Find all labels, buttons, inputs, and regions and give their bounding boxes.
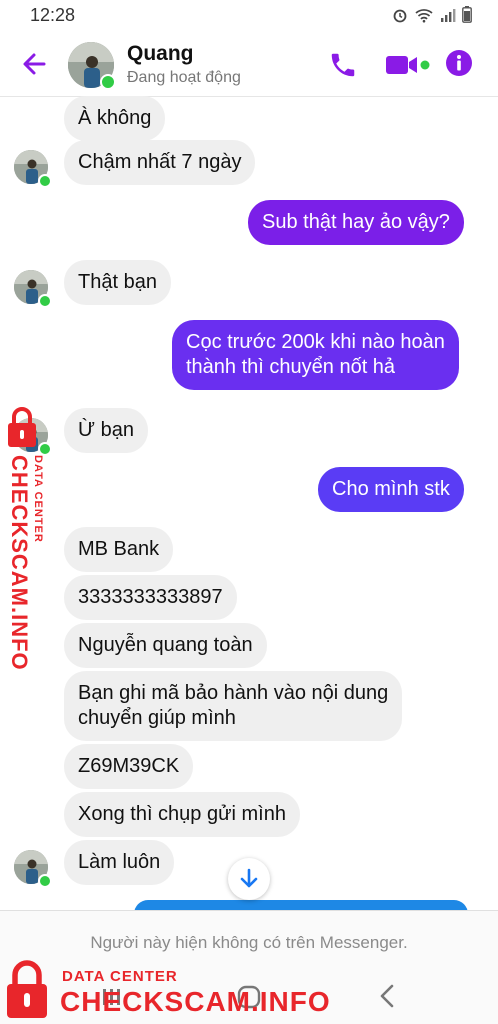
message-line: Cọc trước 200k khi nào hoàn xyxy=(186,331,445,353)
arrow-down-icon xyxy=(240,868,258,888)
unavailable-text: Người này hiện không có trên Messenger. xyxy=(90,933,408,952)
watermark-subtitle: DATA CENTER xyxy=(32,455,44,543)
contact-name[interactable]: Quang xyxy=(127,42,194,66)
message-incoming[interactable]: Bạn ghi mã bảo hành vào nội dung chuyển … xyxy=(64,671,403,741)
online-indicator xyxy=(38,874,52,888)
phone-icon xyxy=(331,53,355,77)
battery-icon xyxy=(462,6,472,23)
message-outgoing[interactable]: Sub thật hay ảo vậy? xyxy=(248,200,464,245)
status-time: 12:28 xyxy=(30,5,76,25)
voice-call-button[interactable] xyxy=(328,50,358,80)
message-line: thành thì chuyển nốt hả xyxy=(186,356,396,378)
video-camera-icon xyxy=(386,56,430,74)
message-outgoing[interactable]: Cho mình stk xyxy=(318,467,464,512)
online-indicator xyxy=(100,74,116,90)
message-line: Bạn ghi mã bảo hành vào nội dung xyxy=(78,682,389,704)
message-incoming[interactable]: 3333333333897 xyxy=(64,575,237,620)
message-incoming[interactable]: Nguyễn quang toàn xyxy=(64,623,267,668)
nav-back-icon[interactable] xyxy=(376,982,400,1010)
message-incoming[interactable]: Thật bạn xyxy=(64,260,171,305)
alarm-icon xyxy=(393,9,407,22)
watermark-brand: CHECKSCAM.INFO xyxy=(60,986,331,1017)
status-icons xyxy=(392,6,472,23)
back-button[interactable] xyxy=(18,46,54,82)
signal-icon xyxy=(441,8,456,22)
message-outgoing[interactable]: Cọc trước 200k khi nào hoàn thành thì ch… xyxy=(172,320,459,390)
lock-icon xyxy=(7,960,47,1018)
chat-header: Quang Đang hoạt động xyxy=(0,32,498,97)
online-indicator xyxy=(38,294,52,308)
message-incoming[interactable]: À không xyxy=(64,96,166,141)
info-icon xyxy=(446,50,472,76)
lock-icon xyxy=(8,407,36,447)
info-button[interactable] xyxy=(445,49,473,77)
watermark-brand: CHECKSCAM.INFO xyxy=(7,455,32,671)
message-incoming[interactable]: Làm luôn xyxy=(64,840,175,885)
message-incoming[interactable]: MB Bank xyxy=(64,527,174,572)
arrow-left-icon xyxy=(23,53,46,75)
video-call-button[interactable] xyxy=(384,50,432,80)
watermark-side: CHECKSCAM.INFO DATA CENTER xyxy=(2,405,46,671)
status-bar: 12:28 xyxy=(0,0,498,30)
wifi-icon xyxy=(415,8,433,22)
composer-unavailable-notice: Người này hiện không có trên Messenger. xyxy=(0,910,498,971)
watermark-subtitle: DATA CENTER xyxy=(62,968,178,985)
message-incoming[interactable]: Ừ bạn xyxy=(64,408,149,453)
message-incoming[interactable]: Xong thì chụp gửi mình xyxy=(64,792,300,837)
contact-status: Đang hoạt động xyxy=(127,69,241,86)
scroll-to-bottom-button[interactable] xyxy=(228,858,270,900)
message-line: chuyển giúp mình xyxy=(78,707,236,729)
online-indicator xyxy=(38,174,52,188)
message-incoming[interactable]: Z69M39CK xyxy=(64,744,194,789)
message-incoming[interactable]: Chậm nhất 7 ngày xyxy=(64,140,256,185)
